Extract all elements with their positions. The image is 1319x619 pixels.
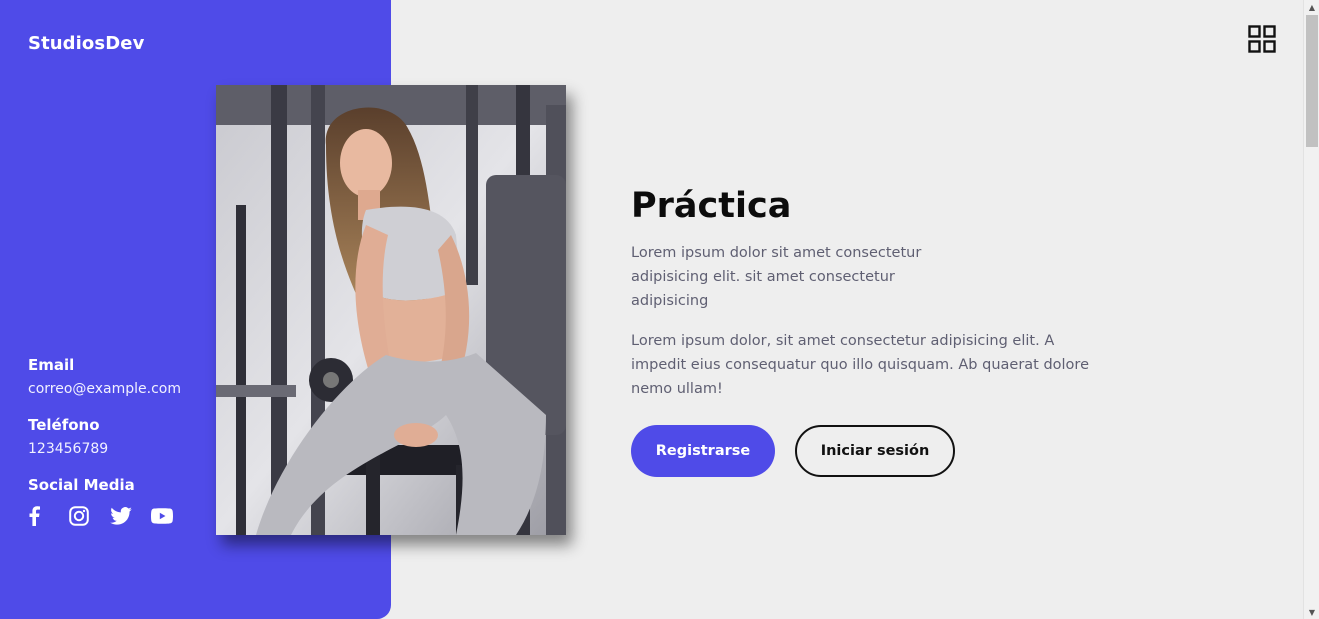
social-links	[28, 501, 218, 531]
phone-value: 123456789	[28, 441, 109, 457]
email-label: Email	[28, 356, 75, 374]
grid-menu-icon[interactable]	[1248, 25, 1276, 53]
scrollbar-thumb[interactable]	[1306, 15, 1318, 147]
register-button[interactable]: Registrarse	[631, 425, 775, 477]
facebook-icon[interactable]	[28, 501, 69, 531]
scroll-up-arrow-icon[interactable]: ▲	[1304, 0, 1319, 14]
hero-actions: Registrarse Iniciar sesión	[631, 425, 1151, 477]
social-media-label: Social Media	[28, 476, 135, 494]
twitter-icon[interactable]	[110, 501, 151, 531]
woman-at-gym-image	[216, 85, 566, 535]
vertical-scrollbar[interactable]: ▲ ▼	[1303, 0, 1319, 619]
hero-paragraph-2: Lorem ipsum dolor, sit amet consectetur …	[631, 333, 1089, 397]
contact-info: Email correo@example.com Teléfono 123456…	[28, 355, 218, 531]
email-value: correo@example.com	[28, 381, 182, 397]
hero-photo	[216, 85, 566, 535]
scroll-down-arrow-icon[interactable]: ▼	[1304, 605, 1319, 619]
brand-logo[interactable]: StudiosDev	[28, 33, 144, 54]
phone-label: Teléfono	[28, 416, 100, 434]
hero-section: Práctica Lorem ipsum dolor sit amet cons…	[631, 183, 1151, 477]
landing-page: StudiosDev Email correo@example.com Telé…	[0, 0, 1319, 619]
login-button[interactable]: Iniciar sesión	[795, 425, 955, 477]
instagram-icon[interactable]	[69, 501, 110, 531]
hero-paragraph-1: Lorem ipsum dolor sit amet consectetur a…	[631, 245, 922, 309]
youtube-icon[interactable]	[151, 501, 192, 531]
page-title: Práctica	[631, 186, 792, 226]
